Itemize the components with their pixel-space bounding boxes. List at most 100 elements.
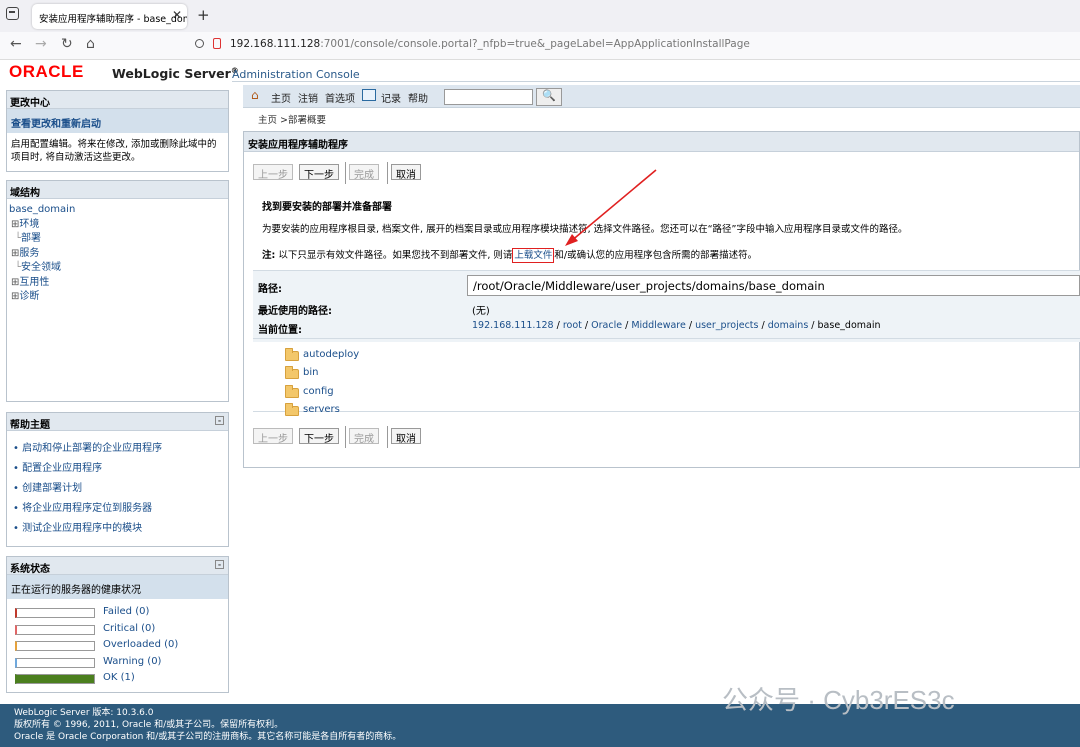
new-tab-icon[interactable]: + bbox=[197, 6, 210, 24]
help-topic-link[interactable]: 配置企业应用程序 bbox=[22, 463, 102, 474]
health-bar bbox=[15, 624, 95, 635]
domain-structure-title: 域结构 bbox=[7, 181, 228, 199]
url-path: :7001/console/console.portal?_nfpb=true&… bbox=[320, 38, 750, 50]
tab-list-icon[interactable] bbox=[6, 7, 19, 20]
toolbar-logout-link[interactable]: 注销 bbox=[298, 90, 318, 105]
footer-trademark: Oracle 是 Oracle Corporation 和/或其子公司的注册商标… bbox=[14, 732, 402, 742]
toolbar-help-link[interactable]: 帮助 bbox=[408, 90, 428, 105]
tree-item-link[interactable]: 环境 bbox=[19, 219, 39, 230]
health-status-link[interactable]: OK (1) bbox=[103, 672, 135, 683]
url-bar[interactable]: 192.168.111.128:7001/console/console.por… bbox=[230, 38, 750, 50]
help-topic-link[interactable]: 启动和停止部署的企业应用程序 bbox=[22, 443, 162, 454]
close-icon[interactable]: ✕ bbox=[172, 8, 182, 22]
back-button-bottom[interactable]: 上一步 bbox=[253, 428, 293, 445]
collapse-icon[interactable]: - bbox=[215, 416, 224, 425]
location-separator: / bbox=[685, 320, 696, 331]
tree-item-link[interactable]: 安全领域 bbox=[21, 262, 61, 273]
record-icon[interactable] bbox=[362, 89, 376, 101]
folder-link[interactable]: autodeploy bbox=[303, 349, 359, 360]
health-status-link[interactable]: Critical (0) bbox=[103, 623, 155, 634]
next-button[interactable]: 下一步 bbox=[299, 164, 339, 181]
health-bar bbox=[15, 674, 95, 684]
location-link[interactable]: root bbox=[563, 320, 582, 331]
tree-item-link[interactable]: 服务 bbox=[19, 248, 39, 259]
next-button-bottom[interactable]: 下一步 bbox=[299, 428, 339, 445]
url-host: 192.168.111.128 bbox=[230, 38, 321, 50]
help-topic-link[interactable]: 测试企业应用程序中的模块 bbox=[22, 523, 142, 534]
tree-item-link[interactable]: 部署 bbox=[21, 233, 41, 244]
location-separator: / bbox=[808, 320, 818, 331]
tree-item: └部署 bbox=[9, 232, 226, 247]
finish-button[interactable]: 完成 bbox=[349, 164, 379, 181]
browser-tab[interactable]: 安装应用程序辅助程序 - base_dom bbox=[32, 4, 187, 29]
location-link[interactable]: Middleware bbox=[631, 320, 686, 331]
health-status-link[interactable]: Overloaded (0) bbox=[103, 639, 178, 650]
folder-icon bbox=[285, 366, 299, 380]
tree-item: ⊞诊断 bbox=[9, 290, 226, 305]
path-input[interactable]: /root/Oracle/Middleware/user_projects/do… bbox=[467, 275, 1080, 296]
location-link[interactable]: 192.168.111.128 bbox=[472, 320, 554, 331]
folder-link[interactable]: config bbox=[303, 386, 334, 397]
finish-button-bottom[interactable]: 完成 bbox=[349, 428, 379, 445]
tree-item-link[interactable]: 互用性 bbox=[19, 277, 49, 288]
folder-link[interactable]: servers bbox=[303, 404, 340, 415]
tree-item-link[interactable]: 诊断 bbox=[19, 291, 39, 302]
help-topic-item: • 创建部署计划 bbox=[13, 483, 83, 494]
help-topic-item: • 启动和停止部署的企业应用程序 bbox=[13, 443, 163, 454]
folder-icon bbox=[285, 384, 299, 398]
health-status-row: OK (1) bbox=[11, 670, 224, 687]
search-button[interactable]: 🔍 bbox=[536, 88, 562, 106]
cancel-button[interactable]: 取消 bbox=[391, 164, 421, 181]
home-icon[interactable]: ⌂ bbox=[251, 88, 259, 102]
help-topic-link[interactable]: 将企业应用程序定位到服务器 bbox=[22, 503, 152, 514]
domain-root-link[interactable]: base_domain bbox=[9, 204, 75, 215]
console-name: Administration Console bbox=[232, 68, 360, 81]
current-location-breadcrumb: 192.168.111.128 / root / Oracle / Middle… bbox=[472, 320, 881, 331]
note-label: 注: bbox=[262, 250, 276, 261]
help-topic-link[interactable]: 创建部署计划 bbox=[22, 483, 82, 494]
system-status-label: 系统状态 bbox=[10, 564, 50, 575]
search-input[interactable] bbox=[444, 89, 533, 105]
collapse-icon[interactable]: - bbox=[215, 560, 224, 569]
domain-tree: base_domain ⊞环境 └部署 ⊞服务 └安全领域 ⊞互用性 ⊞诊断 bbox=[7, 199, 228, 309]
shield-icon[interactable] bbox=[195, 39, 204, 48]
location-separator: / bbox=[553, 320, 563, 331]
back-button[interactable]: 上一步 bbox=[253, 164, 293, 181]
upload-file-link[interactable]: 上载文件 bbox=[512, 248, 555, 263]
folder-icon bbox=[285, 348, 299, 361]
watermark: 公众号 · Cyb3rES3c bbox=[722, 685, 955, 715]
help-topic-item: • 配置企业应用程序 bbox=[13, 463, 103, 474]
help-topic-item: • 测试企业应用程序中的模块 bbox=[13, 523, 143, 534]
health-status-link[interactable]: Warning (0) bbox=[103, 656, 161, 667]
toolbar-home-link[interactable]: 主页 bbox=[271, 90, 291, 105]
folder-link[interactable]: bin bbox=[303, 367, 318, 378]
health-bar bbox=[15, 641, 95, 651]
insecure-lock-icon[interactable] bbox=[213, 38, 221, 49]
health-status-link[interactable]: Failed (0) bbox=[103, 606, 149, 617]
help-topics-title: 帮助主题 - bbox=[7, 413, 228, 431]
toolbar-preferences-link[interactable]: 首选项 bbox=[325, 90, 355, 105]
path-label: 路径: bbox=[258, 284, 282, 295]
note-pre: 以下只显示有效文件路径。如果您找不到部署文件, 则请 bbox=[275, 250, 513, 261]
location-separator: / bbox=[758, 320, 768, 331]
oracle-logo: ORACLE bbox=[9, 62, 84, 81]
location-link[interactable]: Oracle bbox=[591, 320, 622, 331]
button-divider bbox=[387, 426, 388, 448]
reload-icon[interactable]: ↻ bbox=[61, 36, 73, 52]
view-changes-restarts-link[interactable]: 查看更改和重新启动 bbox=[11, 119, 101, 130]
forward-arrow-icon[interactable]: → bbox=[35, 36, 47, 52]
location-link[interactable]: user_projects bbox=[695, 320, 758, 331]
cancel-button-bottom[interactable]: 取消 bbox=[391, 428, 421, 445]
back-arrow-icon[interactable]: ← bbox=[10, 36, 22, 52]
location-current: base_domain bbox=[817, 320, 881, 331]
breadcrumb[interactable]: 主页 >部署概要 bbox=[258, 112, 326, 126]
footer-copyright: 版权所有 © 1996, 2011, Oracle 和/或其子公司。保留所有权利… bbox=[14, 720, 284, 730]
recent-path-label: 最近使用的路径: bbox=[258, 306, 332, 317]
search-icon: 🔍 bbox=[542, 89, 556, 102]
toolbar-record-link[interactable]: 记录 bbox=[381, 90, 401, 105]
header-divider bbox=[232, 81, 1080, 82]
home-icon[interactable]: ⌂ bbox=[86, 36, 95, 52]
current-location-label: 当前位置: bbox=[258, 325, 302, 336]
location-link[interactable]: domains bbox=[768, 320, 809, 331]
button-divider bbox=[345, 426, 346, 448]
